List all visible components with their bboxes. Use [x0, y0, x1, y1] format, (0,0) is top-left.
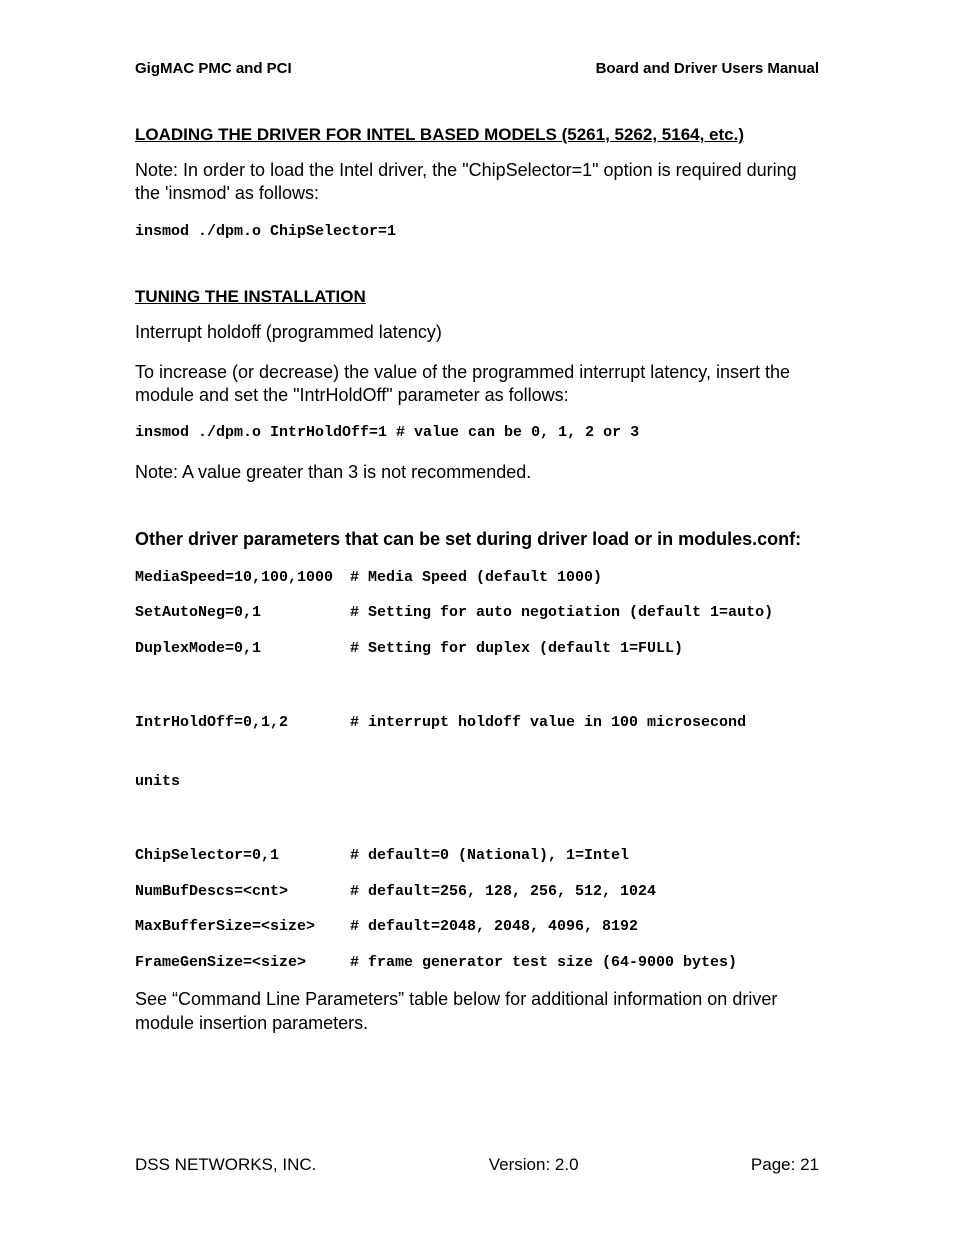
param-name: SetAutoNeg=0,1: [135, 603, 350, 623]
section3-closing: See “Command Line Parameters” table belo…: [135, 988, 819, 1035]
page-footer: DSS NETWORKS, INC. Version: 2.0 Page: 21: [135, 1155, 819, 1175]
param-list: MediaSpeed=10,100,1000 # Media Speed (de…: [135, 568, 819, 973]
header-left: GigMAC PMC and PCI: [135, 60, 292, 77]
param-name: MediaSpeed=10,100,1000: [135, 568, 350, 588]
param-name: NumBufDescs=<cnt>: [135, 882, 350, 902]
param-row: ChipSelector=0,1 # default=0 (National),…: [135, 846, 819, 866]
param-desc: # interrupt holdoff value in 100 microse…: [350, 713, 819, 733]
param-row: NumBufDescs=<cnt> # default=256, 128, 25…: [135, 882, 819, 902]
footer-left: DSS NETWORKS, INC.: [135, 1155, 316, 1175]
param-row: FrameGenSize=<size> # frame generator te…: [135, 953, 819, 973]
param-name: DuplexMode=0,1: [135, 639, 350, 659]
param-name: FrameGenSize=<size>: [135, 953, 350, 973]
section-heading-tuning: TUNING THE INSTALLATION: [135, 287, 819, 307]
document-page: GigMAC PMC and PCI Board and Driver User…: [0, 0, 954, 1235]
section2-line1: Interrupt holdoff (programmed latency): [135, 321, 819, 344]
section2-note: Note: A value greater than 3 is not reco…: [135, 461, 819, 484]
param-continuation: units: [135, 772, 819, 792]
param-desc: # Media Speed (default 1000): [350, 568, 819, 588]
param-row: MediaSpeed=10,100,1000 # Media Speed (de…: [135, 568, 819, 588]
param-row: DuplexMode=0,1 # Setting for duplex (def…: [135, 639, 819, 659]
section2-code: insmod ./dpm.o IntrHoldOff=1 # value can…: [135, 423, 819, 443]
param-name: MaxBufferSize=<size>: [135, 917, 350, 937]
param-desc: # default=0 (National), 1=Intel: [350, 846, 819, 866]
param-name: ChipSelector=0,1: [135, 846, 350, 866]
section-heading-other-params: Other driver parameters that can be set …: [135, 528, 819, 551]
param-desc: # default=256, 128, 256, 512, 1024: [350, 882, 819, 902]
footer-right: Page: 21: [751, 1155, 819, 1175]
page-header: GigMAC PMC and PCI Board and Driver User…: [135, 60, 819, 77]
header-right: Board and Driver Users Manual: [596, 60, 819, 77]
section2-line2: To increase (or decrease) the value of t…: [135, 361, 819, 408]
param-row: SetAutoNeg=0,1 # Setting for auto negoti…: [135, 603, 819, 623]
section1-code: insmod ./dpm.o ChipSelector=1: [135, 222, 819, 242]
param-desc: # Setting for auto negotiation (default …: [350, 603, 819, 623]
section-heading-loading: LOADING THE DRIVER FOR INTEL BASED MODEL…: [135, 125, 819, 145]
footer-center: Version: 2.0: [489, 1155, 579, 1175]
param-desc: # frame generator test size (64-9000 byt…: [350, 953, 819, 973]
param-desc: # Setting for duplex (default 1=FULL): [350, 639, 819, 659]
param-desc: # default=2048, 2048, 4096, 8192: [350, 917, 819, 937]
section1-note: Note: In order to load the Intel driver,…: [135, 159, 819, 206]
param-row: MaxBufferSize=<size> # default=2048, 204…: [135, 917, 819, 937]
param-row-multiline: IntrHoldOff=0,1,2 # interrupt holdoff va…: [135, 674, 819, 830]
param-name: IntrHoldOff=0,1,2: [135, 713, 350, 733]
